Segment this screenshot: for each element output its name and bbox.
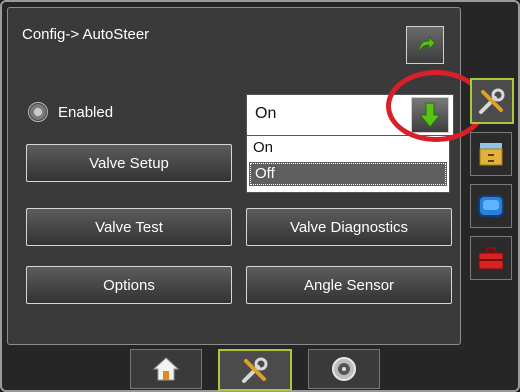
side-tab-tools[interactable] (470, 78, 514, 124)
console-display-icon (478, 195, 504, 217)
bottom-tab-tools[interactable] (218, 349, 292, 391)
enabled-dropdown-options: On Off (246, 135, 450, 193)
options-button[interactable]: Options (26, 266, 232, 304)
back-button[interactable] (406, 26, 444, 64)
side-tab-console[interactable] (470, 184, 512, 228)
home-icon (152, 357, 180, 381)
file-cabinet-icon (479, 143, 503, 166)
bottom-tab-bar (130, 349, 396, 391)
dropdown-option-off[interactable]: Off (249, 162, 447, 186)
side-tab-files[interactable] (470, 132, 512, 176)
tools-icon (479, 88, 505, 114)
angle-sensor-button[interactable]: Angle Sensor (246, 266, 452, 304)
config-panel: Config-> AutoSteer Enabled On On Off Val… (7, 7, 486, 345)
steering-wheel-icon (28, 102, 48, 122)
tools-icon (242, 357, 268, 383)
bottom-tab-home[interactable] (130, 349, 202, 389)
page-title: Config-> AutoSteer (22, 26, 150, 43)
valve-diagnostics-button[interactable]: Valve Diagnostics (246, 208, 452, 246)
green-return-arrow-icon (418, 35, 436, 54)
enabled-label: Enabled (58, 103, 114, 121)
valve-test-button[interactable]: Valve Test (26, 208, 232, 246)
side-tab-toolbox[interactable] (470, 236, 512, 280)
gauge-icon (332, 357, 356, 381)
enabled-dropdown-value: On (255, 105, 277, 122)
side-tab-bar (470, 78, 514, 288)
bottom-tab-gauge[interactable] (308, 349, 380, 389)
enabled-setting: Enabled (28, 102, 113, 122)
valve-setup-button[interactable]: Valve Setup (26, 144, 232, 182)
toolbox-icon (478, 247, 504, 270)
